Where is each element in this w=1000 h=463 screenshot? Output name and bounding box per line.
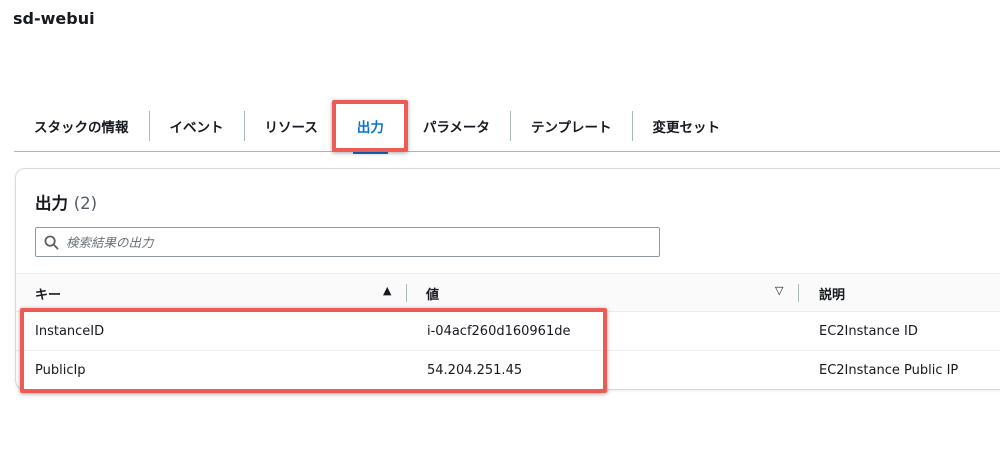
tab-outputs[interactable]: 出力 (352, 100, 388, 154)
tab-events[interactable]: イベント (170, 100, 224, 152)
search-field[interactable] (35, 227, 660, 257)
tab-divider (148, 110, 150, 141)
tab-template[interactable]: テンプレート (531, 100, 612, 152)
row-description: EC2Instance Public IP (819, 362, 959, 378)
row-description: EC2Instance ID (819, 323, 918, 339)
search-input[interactable] (66, 234, 626, 250)
row-value: i-04acf260d160961de (427, 323, 571, 339)
outputs-count: (2) (73, 194, 98, 213)
tab-divider (509, 110, 511, 141)
row-value: 54.204.251.45 (427, 362, 523, 378)
outputs-panel: 出力 (2) キー ▲ 値 ▽ 説明 InstanceID i-04acf260… (15, 168, 1000, 390)
table-row: PublicIp 54.204.251.45 EC2Instance Publi… (16, 351, 1000, 389)
tab-parameters[interactable]: パラメータ (423, 100, 490, 152)
tab-change-sets[interactable]: 変更セット (653, 100, 721, 152)
tab-stack-info[interactable]: スタックの情報 (34, 100, 129, 152)
table-header: キー ▲ 値 ▽ 説明 (16, 273, 1000, 312)
column-header-value[interactable]: 値 (426, 274, 439, 312)
outputs-title-text: 出力 (35, 194, 68, 213)
column-header-description[interactable]: 説明 (819, 274, 845, 312)
column-resizer[interactable] (798, 284, 799, 302)
search-icon (44, 235, 59, 249)
stack-title: sd-webui (13, 9, 95, 28)
tab-divider (631, 110, 633, 141)
row-key: InstanceID (35, 323, 105, 339)
column-resizer[interactable] (406, 284, 407, 302)
sort-ascending-icon[interactable]: ▲ (383, 284, 391, 297)
tab-divider (333, 110, 335, 141)
tab-resources[interactable]: リソース (265, 100, 318, 152)
tab-divider (243, 110, 245, 141)
column-header-key[interactable]: キー (35, 274, 61, 312)
table-row: InstanceID i-04acf260d160961de EC2Instan… (16, 312, 1000, 351)
row-key: PublicIp (35, 362, 86, 378)
outputs-title: 出力 (2) (35, 190, 97, 214)
outputs-table: キー ▲ 値 ▽ 説明 InstanceID i-04acf260d160961… (16, 273, 1000, 389)
tab-divider (405, 110, 407, 141)
tab-bar: スタックの情報 イベント リソース 出力 パラメータ テンプレート 変更セット (14, 100, 1000, 154)
sort-descending-icon[interactable]: ▽ (775, 284, 783, 297)
